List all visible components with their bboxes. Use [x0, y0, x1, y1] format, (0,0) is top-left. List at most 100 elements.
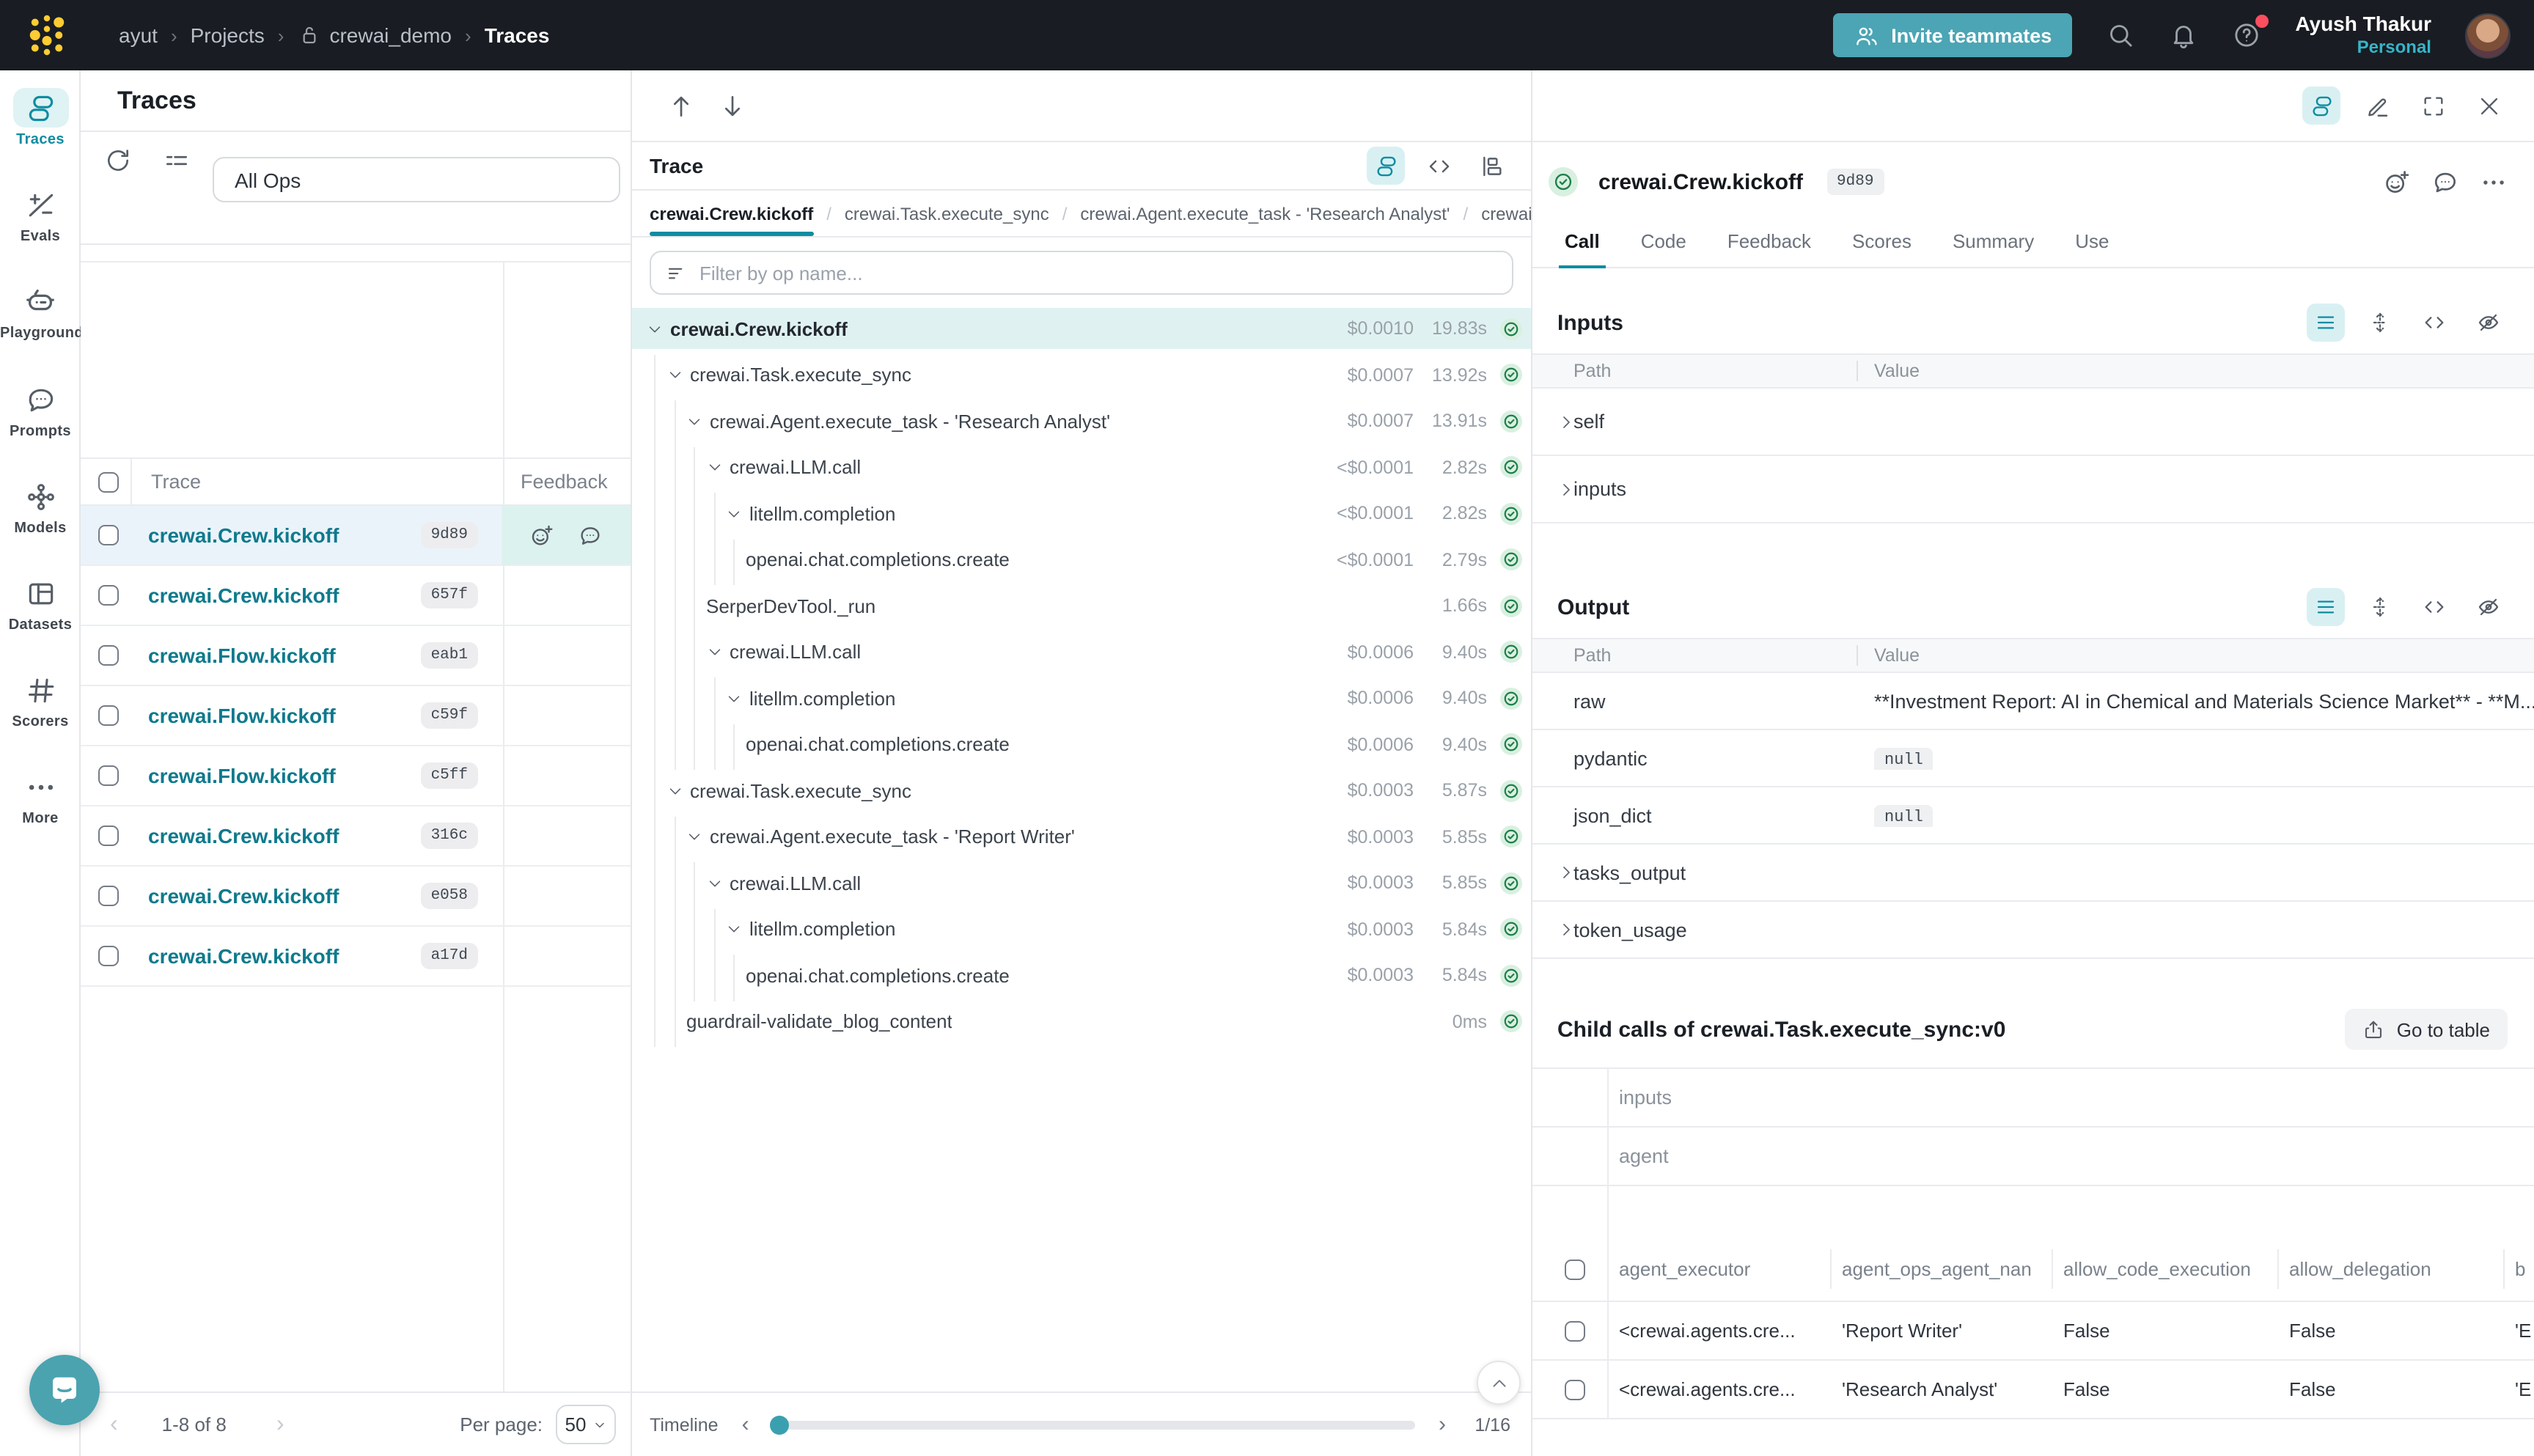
- tab-call[interactable]: Call: [1544, 230, 1620, 267]
- support-chat-button[interactable]: [29, 1355, 100, 1425]
- breadcrumb-projects[interactable]: Projects: [191, 23, 265, 47]
- data-row[interactable]: raw**Investment Report: AI in Chemical a…: [1532, 673, 2534, 730]
- table-row[interactable]: crewai.Crew.kickoff657f: [81, 566, 631, 626]
- comment-icon[interactable]: [2431, 168, 2459, 196]
- data-row[interactable]: json_dictnull: [1532, 787, 2534, 845]
- hide-icon[interactable]: [2469, 588, 2508, 626]
- sidebar-item-playground[interactable]: Playground: [0, 282, 81, 342]
- row-checkbox[interactable]: [98, 765, 119, 786]
- hide-icon[interactable]: [2469, 304, 2508, 342]
- code-view-toggle[interactable]: [1420, 147, 1458, 185]
- add-reaction-icon[interactable]: [529, 523, 554, 548]
- sidebar-item-prompts[interactable]: Prompts: [0, 380, 81, 440]
- chevron-down-icon[interactable]: [706, 459, 722, 475]
- data-row[interactable]: token_usage: [1532, 902, 2534, 959]
- row-checkbox[interactable]: [1565, 1320, 1585, 1341]
- close-icon[interactable]: [2469, 87, 2508, 125]
- row-checkbox[interactable]: [98, 705, 119, 726]
- sidebar-item-evals[interactable]: Evals: [0, 185, 81, 245]
- table-row[interactable]: <crewai.agents.cre...'Research Analyst'F…: [1532, 1361, 2534, 1419]
- tree-row[interactable]: litellm.completion$0.00035.84s: [632, 908, 1531, 949]
- op-name-filter-input[interactable]: [699, 262, 1497, 284]
- tree-row[interactable]: openai.chat.completions.create$0.00069.4…: [632, 724, 1531, 765]
- sidebar-item-scorers[interactable]: Scorers: [0, 670, 81, 730]
- chevron-down-icon[interactable]: [726, 921, 742, 937]
- code-icon[interactable]: [2415, 588, 2453, 626]
- trace-tab-3[interactable]: crewai.LLM.cal: [1481, 191, 1531, 236]
- list-view-icon[interactable]: [2307, 304, 2345, 342]
- tab-summary[interactable]: Summary: [1932, 230, 2054, 267]
- add-reaction-icon[interactable]: [2383, 168, 2411, 196]
- ops-filter-select[interactable]: All Ops: [213, 157, 620, 202]
- tab-feedback[interactable]: Feedback: [1707, 230, 1832, 267]
- chevron-down-icon[interactable]: [726, 505, 742, 521]
- list-view-icon[interactable]: [2307, 588, 2345, 626]
- edit-pencil-icon[interactable]: [2358, 87, 2396, 125]
- expand-rows-icon[interactable]: [2361, 588, 2399, 626]
- tree-row[interactable]: crewai.LLM.call$0.00035.85s: [632, 862, 1531, 903]
- tree-row[interactable]: crewai.LLM.call$0.00069.40s: [632, 631, 1531, 672]
- row-checkbox[interactable]: [98, 585, 119, 606]
- trace-tab-1[interactable]: crewai.Task.execute_sync: [845, 191, 1049, 236]
- tree-row[interactable]: crewai.Agent.execute_task - 'Research An…: [632, 400, 1531, 441]
- column-settings-icon[interactable]: [163, 147, 191, 174]
- table-row[interactable]: crewai.Flow.kickoffc5ff: [81, 746, 631, 806]
- row-checkbox[interactable]: [98, 946, 119, 966]
- table-row[interactable]: crewai.Crew.kickoffa17d: [81, 927, 631, 987]
- call-id-badge[interactable]: 9d89: [1826, 169, 1884, 195]
- row-checkbox[interactable]: [98, 886, 119, 906]
- tab-use[interactable]: Use: [2054, 230, 2129, 267]
- column-header-agent_ops_agent_nan[interactable]: agent_ops_agent_nan: [1842, 1258, 2032, 1280]
- tree-view-toggle[interactable]: [1367, 147, 1405, 185]
- tree-row[interactable]: litellm.completion$0.00069.40s: [632, 677, 1531, 718]
- flame-graph-toggle[interactable]: [1472, 147, 1510, 185]
- trace-name-link[interactable]: crewai.Flow.kickoff: [148, 644, 336, 667]
- chevron-down-icon[interactable]: [666, 367, 683, 383]
- timeline-prev-icon[interactable]: ‹: [733, 1412, 758, 1437]
- data-row[interactable]: self: [1532, 389, 2534, 456]
- tree-view-icon[interactable]: [2302, 87, 2340, 125]
- row-checkbox[interactable]: [1565, 1379, 1585, 1400]
- data-row[interactable]: pydanticnull: [1532, 730, 2534, 787]
- comment-icon[interactable]: [578, 523, 603, 548]
- chevron-right-icon[interactable]: [1557, 480, 1575, 498]
- next-call-arrow-down-icon[interactable]: [719, 92, 746, 120]
- tab-scores[interactable]: Scores: [1832, 230, 1932, 267]
- tree-row[interactable]: openai.chat.completions.create<$0.00012.…: [632, 539, 1531, 580]
- trace-name-link[interactable]: crewai.Crew.kickoff: [148, 584, 339, 607]
- op-name-filter[interactable]: [650, 251, 1513, 295]
- search-icon[interactable]: [2106, 21, 2135, 50]
- chevron-down-icon[interactable]: [666, 782, 683, 798]
- tree-row[interactable]: crewai.Crew.kickoff$0.001019.83s: [632, 308, 1531, 349]
- tree-row[interactable]: openai.chat.completions.create$0.00035.8…: [632, 955, 1531, 996]
- column-header-b[interactable]: b: [2515, 1258, 2525, 1280]
- column-header-trace[interactable]: Trace: [151, 471, 201, 493]
- timeline-slider[interactable]: [773, 1420, 1415, 1429]
- tree-row[interactable]: crewai.Agent.execute_task - 'Report Writ…: [632, 816, 1531, 857]
- data-row[interactable]: inputs: [1532, 456, 2534, 523]
- tree-row[interactable]: SerperDevTool._run1.66s: [632, 585, 1531, 626]
- page-prev-icon[interactable]: ‹: [110, 1411, 118, 1438]
- table-row[interactable]: crewai.Crew.kickoff9d89: [81, 506, 631, 566]
- help-icon[interactable]: [2232, 21, 2261, 50]
- table-row[interactable]: crewai.Crew.kickoff316c: [81, 806, 631, 867]
- chevron-down-icon[interactable]: [706, 875, 722, 891]
- trace-tab-2[interactable]: crewai.Agent.execute_task - 'Research An…: [1080, 191, 1450, 236]
- chevron-right-icon[interactable]: [1557, 413, 1575, 430]
- page-next-icon[interactable]: ›: [276, 1411, 284, 1438]
- tree-row[interactable]: guardrail-validate_blog_content0ms: [632, 1001, 1531, 1042]
- select-all-checkbox[interactable]: [1565, 1259, 1585, 1279]
- chevron-down-icon[interactable]: [647, 320, 663, 337]
- column-header-feedback[interactable]: Feedback: [521, 471, 608, 493]
- row-checkbox[interactable]: [98, 826, 119, 846]
- tree-row[interactable]: crewai.Task.execute_sync$0.000713.92s: [632, 354, 1531, 395]
- tab-code[interactable]: Code: [1620, 230, 1707, 267]
- sidebar-item-datasets[interactable]: Datasets: [0, 573, 81, 633]
- timeline-next-icon[interactable]: ›: [1430, 1412, 1455, 1437]
- refresh-icon[interactable]: [104, 147, 132, 174]
- sidebar-item-more[interactable]: More: [0, 767, 81, 827]
- sidebar-item-traces[interactable]: Traces: [0, 88, 81, 148]
- column-header-agent_executor[interactable]: agent_executor: [1619, 1258, 1750, 1280]
- breadcrumb-project[interactable]: crewai_demo: [297, 23, 452, 47]
- row-checkbox[interactable]: [98, 645, 119, 666]
